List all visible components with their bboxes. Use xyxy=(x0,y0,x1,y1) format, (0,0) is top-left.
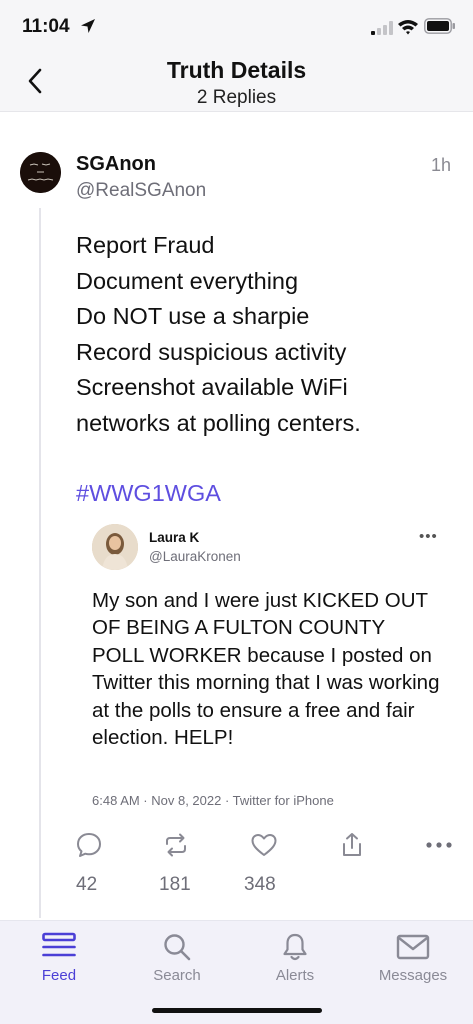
mail-icon xyxy=(396,934,430,960)
repost-icon xyxy=(166,833,186,857)
share-button[interactable] xyxy=(337,830,367,860)
tab-search[interactable]: Search xyxy=(118,921,236,1001)
reply-count: 42 xyxy=(76,874,98,895)
author-name[interactable]: SGAnon xyxy=(76,153,156,176)
page-title: Truth Details xyxy=(166,57,307,83)
retruth-count: 181 xyxy=(159,874,191,895)
post-timestamp: 1h xyxy=(430,155,451,175)
tab-feed[interactable]: Feed xyxy=(0,921,118,1001)
post-line: Do NOT use a sharpie xyxy=(76,303,310,329)
status-bar: 11:04 xyxy=(0,0,473,50)
reply-count: 2 Replies xyxy=(196,87,277,108)
tab-label: Feed xyxy=(41,967,77,984)
post-line: Screenshot available WiFi xyxy=(76,374,348,400)
embedded-tweet-image[interactable]: Laura K @LauraKronen ••• My son and I we… xyxy=(76,512,456,819)
reply-button[interactable] xyxy=(74,830,104,860)
post-line: Document everything xyxy=(76,267,299,294)
home-indicator xyxy=(152,1008,322,1013)
hashtag-link[interactable]: #WWG1WGA xyxy=(76,480,221,507)
embedded-author-name: Laura K xyxy=(149,530,200,545)
embedded-more-icon: ••• xyxy=(419,528,438,545)
comment-icon xyxy=(77,833,101,857)
post-body: Report Fraud Document everything Do NOT … xyxy=(76,228,456,441)
tab-alerts[interactable]: Alerts xyxy=(236,921,354,1001)
embedded-author-avatar xyxy=(92,524,138,570)
tab-label: Messages xyxy=(378,967,448,984)
tab-label: Alerts xyxy=(275,967,315,984)
embedded-tweet-text: My son and I were just KICKED OUT OF BEI… xyxy=(92,589,440,750)
tab-label: Search xyxy=(153,967,201,984)
header: Truth Details 2 Replies xyxy=(0,50,473,112)
feed-icon xyxy=(42,932,76,957)
embedded-author-handle: @LauraKronen xyxy=(149,549,241,564)
wifi-icon xyxy=(398,20,418,35)
embedded-tweet-meta: 6:48 AM · Nov 8, 2022 · Twitter for iPho… xyxy=(92,793,334,808)
cellular-signal-icon xyxy=(371,21,393,35)
tab-messages[interactable]: Messages xyxy=(354,921,472,1001)
avatar-image-icon xyxy=(20,152,61,193)
like-button[interactable] xyxy=(249,830,279,860)
battery-icon xyxy=(424,18,455,34)
author-handle[interactable]: @RealSGAnon xyxy=(76,180,206,202)
bell-icon xyxy=(283,933,307,961)
share-icon xyxy=(343,833,361,856)
post-line: Report Fraud xyxy=(76,232,215,258)
heart-icon xyxy=(251,834,277,856)
more-horizontal-icon xyxy=(426,842,452,848)
location-arrow-icon xyxy=(81,19,95,33)
thread-line xyxy=(39,208,41,918)
post-line: Record suspicious activity xyxy=(76,338,347,365)
status-time: 11:04 xyxy=(22,16,70,37)
like-count: 348 xyxy=(244,874,276,895)
retruth-button[interactable] xyxy=(161,830,191,860)
author-avatar[interactable] xyxy=(20,152,61,193)
search-icon xyxy=(164,934,191,961)
more-options-button[interactable] xyxy=(424,830,454,860)
embedded-avatar-image-icon xyxy=(92,524,138,570)
post-line: networks at polling centers. xyxy=(76,409,361,436)
